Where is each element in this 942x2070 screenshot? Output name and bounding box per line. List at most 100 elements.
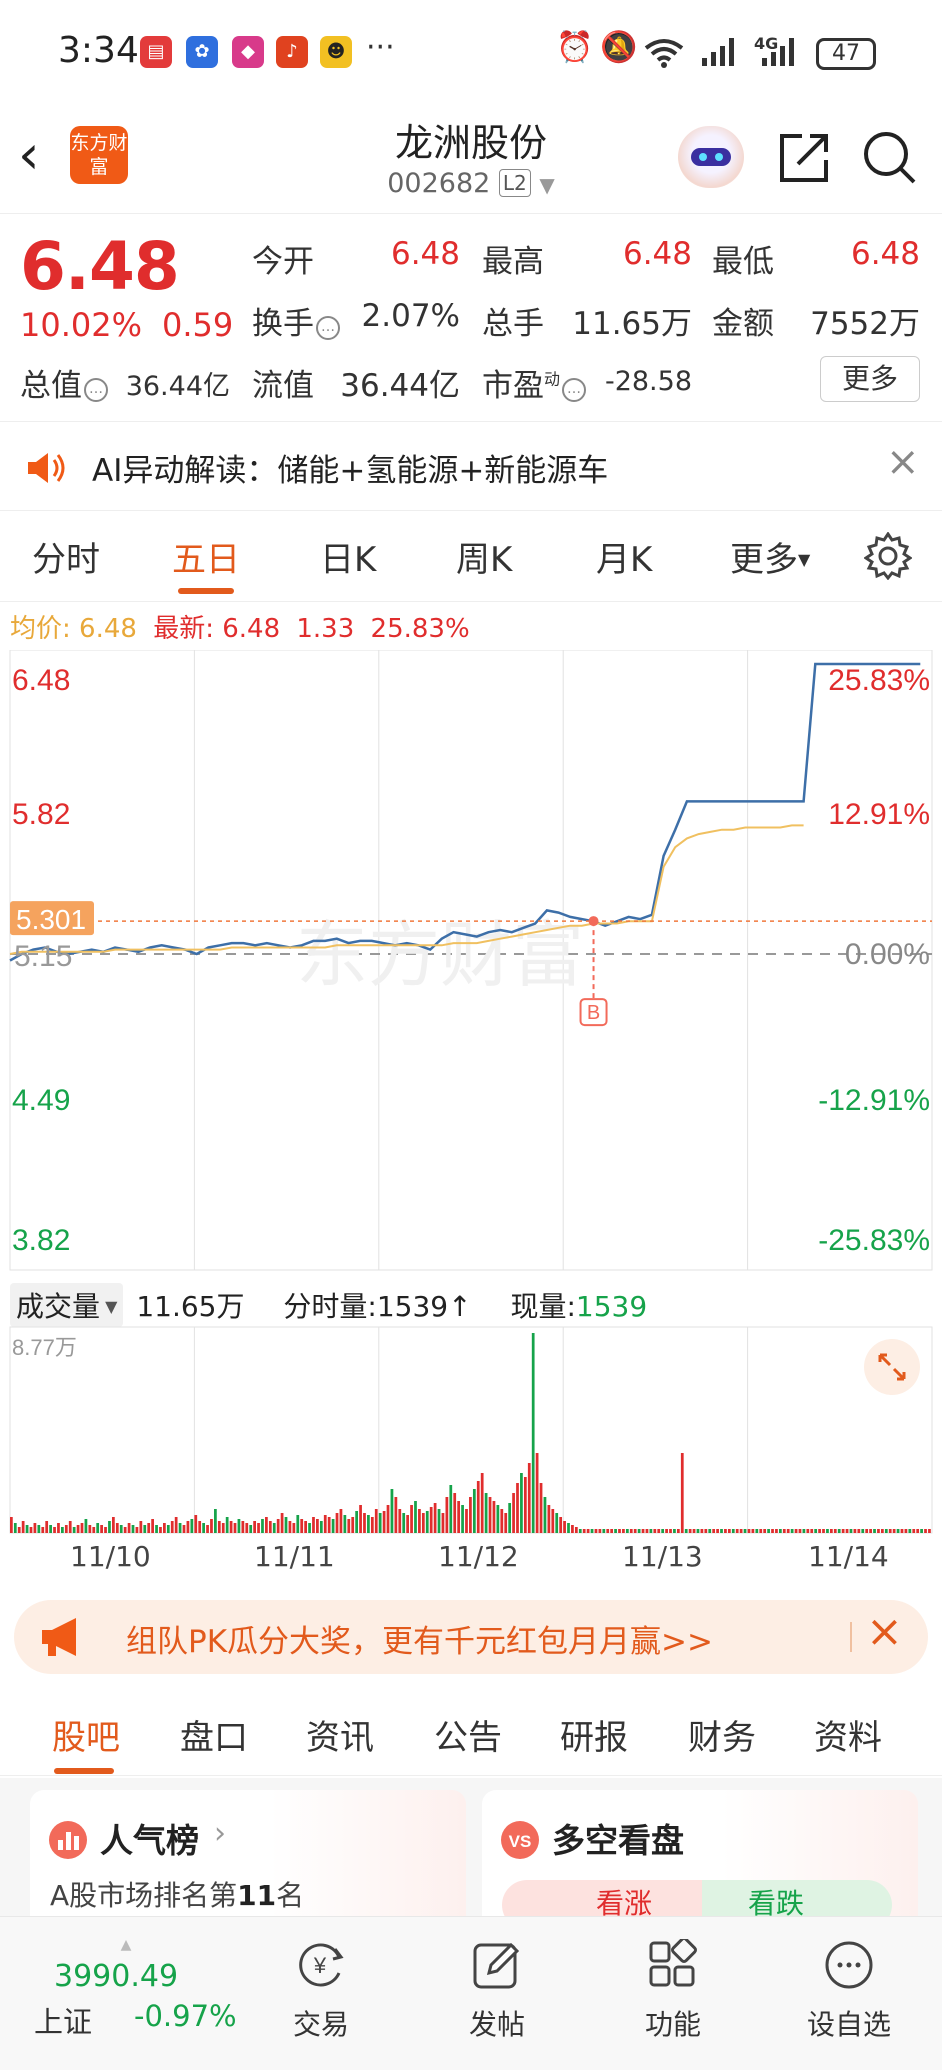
tab-monthly-k[interactable]: 月K [596, 532, 652, 581]
volume-bar [17, 1527, 21, 1533]
share-icon[interactable] [776, 130, 832, 186]
nav-post[interactable]: 发帖 [442, 1939, 552, 2043]
volume-bar [606, 1529, 610, 1533]
volume-bar [539, 1483, 543, 1533]
ranking-icon [49, 1821, 87, 1859]
crosshair-label: 5.301 [16, 904, 86, 935]
volume-bar [76, 1525, 80, 1533]
volume-bar [229, 1521, 233, 1533]
volume-bar [610, 1529, 614, 1533]
y-tick-right: 25.83% [828, 664, 930, 697]
volume-bar [155, 1525, 158, 1533]
tab-announcements[interactable]: 公告 [434, 1710, 502, 1759]
five-day-price-chart[interactable]: 东方财富 6.48 5.82 4.49 3.82 25.83% 12.91% 0.00% -1… [0, 650, 942, 1280]
ai-interpretation-bar[interactable]: AI异动解读：储能+氢能源+新能源车 × [0, 423, 942, 511]
promo-text[interactable]: 组队PK瓜分大奖，更有千元红包月月赢>> [126, 1616, 713, 1661]
expand-icon[interactable] [864, 1339, 920, 1395]
tab-financials[interactable]: 财务 [688, 1710, 756, 1759]
gear-icon[interactable] [864, 532, 912, 580]
tab-stock-forum[interactable]: 股吧 [52, 1710, 120, 1759]
volume-bar [139, 1521, 143, 1533]
turnover-label[interactable]: 换手… [252, 298, 340, 343]
date-label: 11/10 [70, 1540, 151, 1573]
info-icon[interactable]: … [84, 378, 108, 402]
volume-bar [727, 1529, 731, 1533]
nav-functions[interactable]: 功能 [618, 1937, 728, 2043]
close-icon[interactable]: × [866, 1606, 903, 1657]
volume-bar [241, 1521, 245, 1533]
tab-five-day[interactable]: 五日 [172, 532, 240, 581]
volume-bar [257, 1523, 260, 1533]
low-value: 6.48 [850, 236, 920, 272]
chevron-down-icon[interactable]: ▼ [539, 173, 554, 197]
volume-bar [170, 1521, 174, 1533]
volume-bar [100, 1525, 103, 1533]
volume-bar [453, 1493, 457, 1533]
search-icon[interactable] [862, 130, 918, 186]
avg-price-value: 6.48 [79, 614, 137, 644]
baidu-app-icon: ✿ [186, 36, 218, 68]
index-value: 3990.49 [54, 1959, 179, 1994]
quote-panel: 6.48 10.02% 0.59 今开 6.48 最高 6.48 最低 6.48… [0, 214, 942, 422]
volume-bar [633, 1529, 637, 1533]
volume-bar [527, 1463, 531, 1533]
tab-intraday[interactable]: 分时 [32, 532, 100, 581]
nav-trade[interactable]: ¥ 交易 [266, 1939, 376, 2043]
volume-bar [826, 1529, 829, 1533]
dropdown-arrow-icon: ▼ [100, 1297, 118, 1316]
volume-bar [386, 1505, 390, 1533]
listen-app-icon: ♪ [276, 36, 308, 68]
volume-bar [53, 1527, 56, 1533]
volume-bar [559, 1517, 563, 1533]
pe-label[interactable]: 市盈动… [482, 360, 587, 405]
tab-weekly-k[interactable]: 周K [456, 532, 512, 581]
tab-more[interactable]: 更多▼ [730, 532, 810, 581]
volume-bar [174, 1517, 178, 1533]
volume-bar [367, 1515, 370, 1533]
ai-assistant-icon[interactable] [678, 126, 744, 188]
mktcap-label[interactable]: 总值… [20, 360, 108, 405]
tab-daily-k[interactable]: 日K [320, 532, 376, 581]
volume-bar [123, 1527, 127, 1533]
close-icon[interactable]: × [886, 439, 920, 485]
volume-bar [202, 1523, 205, 1533]
volume-chart[interactable]: 8.77万 [0, 1325, 942, 1535]
volume-total: 11.65万 [136, 1290, 245, 1323]
volume-bar [520, 1473, 523, 1533]
tab-order-book[interactable]: 盘口 [180, 1710, 248, 1759]
change-percent: 10.02% [20, 306, 143, 344]
volume-bar [653, 1529, 657, 1533]
volume-indicator-select[interactable]: 成交量 ▼ [10, 1283, 124, 1327]
info-icon[interactable]: … [316, 316, 340, 340]
volume-bar [245, 1523, 249, 1533]
index-widget[interactable]: ▲ 3990.49 上证 -0.97% [20, 1937, 240, 2047]
volume-bar [127, 1523, 131, 1533]
volume-bar [276, 1519, 280, 1533]
more-button[interactable]: 更多 [820, 356, 920, 402]
popularity-desc: A股市场排名第11名 [50, 1879, 305, 1912]
stock-header: ‹ 东方财富 龙洲股份 002682 L2 ▼ [0, 110, 942, 214]
nav-add-watchlist[interactable]: 设自选 [794, 1939, 904, 2043]
latest-change: 1.33 [296, 614, 355, 644]
volume-bar [598, 1529, 602, 1533]
volume-bar [304, 1521, 308, 1533]
volume-bar [888, 1529, 892, 1533]
volume-bar [735, 1529, 739, 1533]
bull-bear-card[interactable]: VS 多空看盘 看涨 看跌 [482, 1790, 918, 1930]
promo-banner[interactable]: 组队PK瓜分大奖，更有千元红包月月赢>> × [14, 1600, 928, 1674]
popularity-card[interactable]: 人气榜 › A股市场排名第11名 [30, 1790, 466, 1930]
volume-bar [904, 1529, 908, 1533]
y-tick-right: -12.91% [818, 1084, 930, 1117]
popularity-title: 人气榜 [100, 1821, 199, 1860]
high-value: 6.48 [622, 236, 692, 272]
tab-news[interactable]: 资讯 [306, 1710, 374, 1759]
volume-bar [865, 1529, 869, 1533]
amount-value: 7552万 [810, 306, 920, 342]
tab-profile[interactable]: 资料 [814, 1710, 882, 1759]
volume-bar [731, 1529, 735, 1533]
tab-research[interactable]: 研报 [560, 1710, 628, 1759]
volume-bar [629, 1529, 633, 1533]
volume-bar [469, 1497, 472, 1533]
ai-interpretation-text[interactable]: AI异动解读：储能+氢能源+新能源车 [92, 445, 608, 490]
volume-bar [221, 1523, 225, 1533]
